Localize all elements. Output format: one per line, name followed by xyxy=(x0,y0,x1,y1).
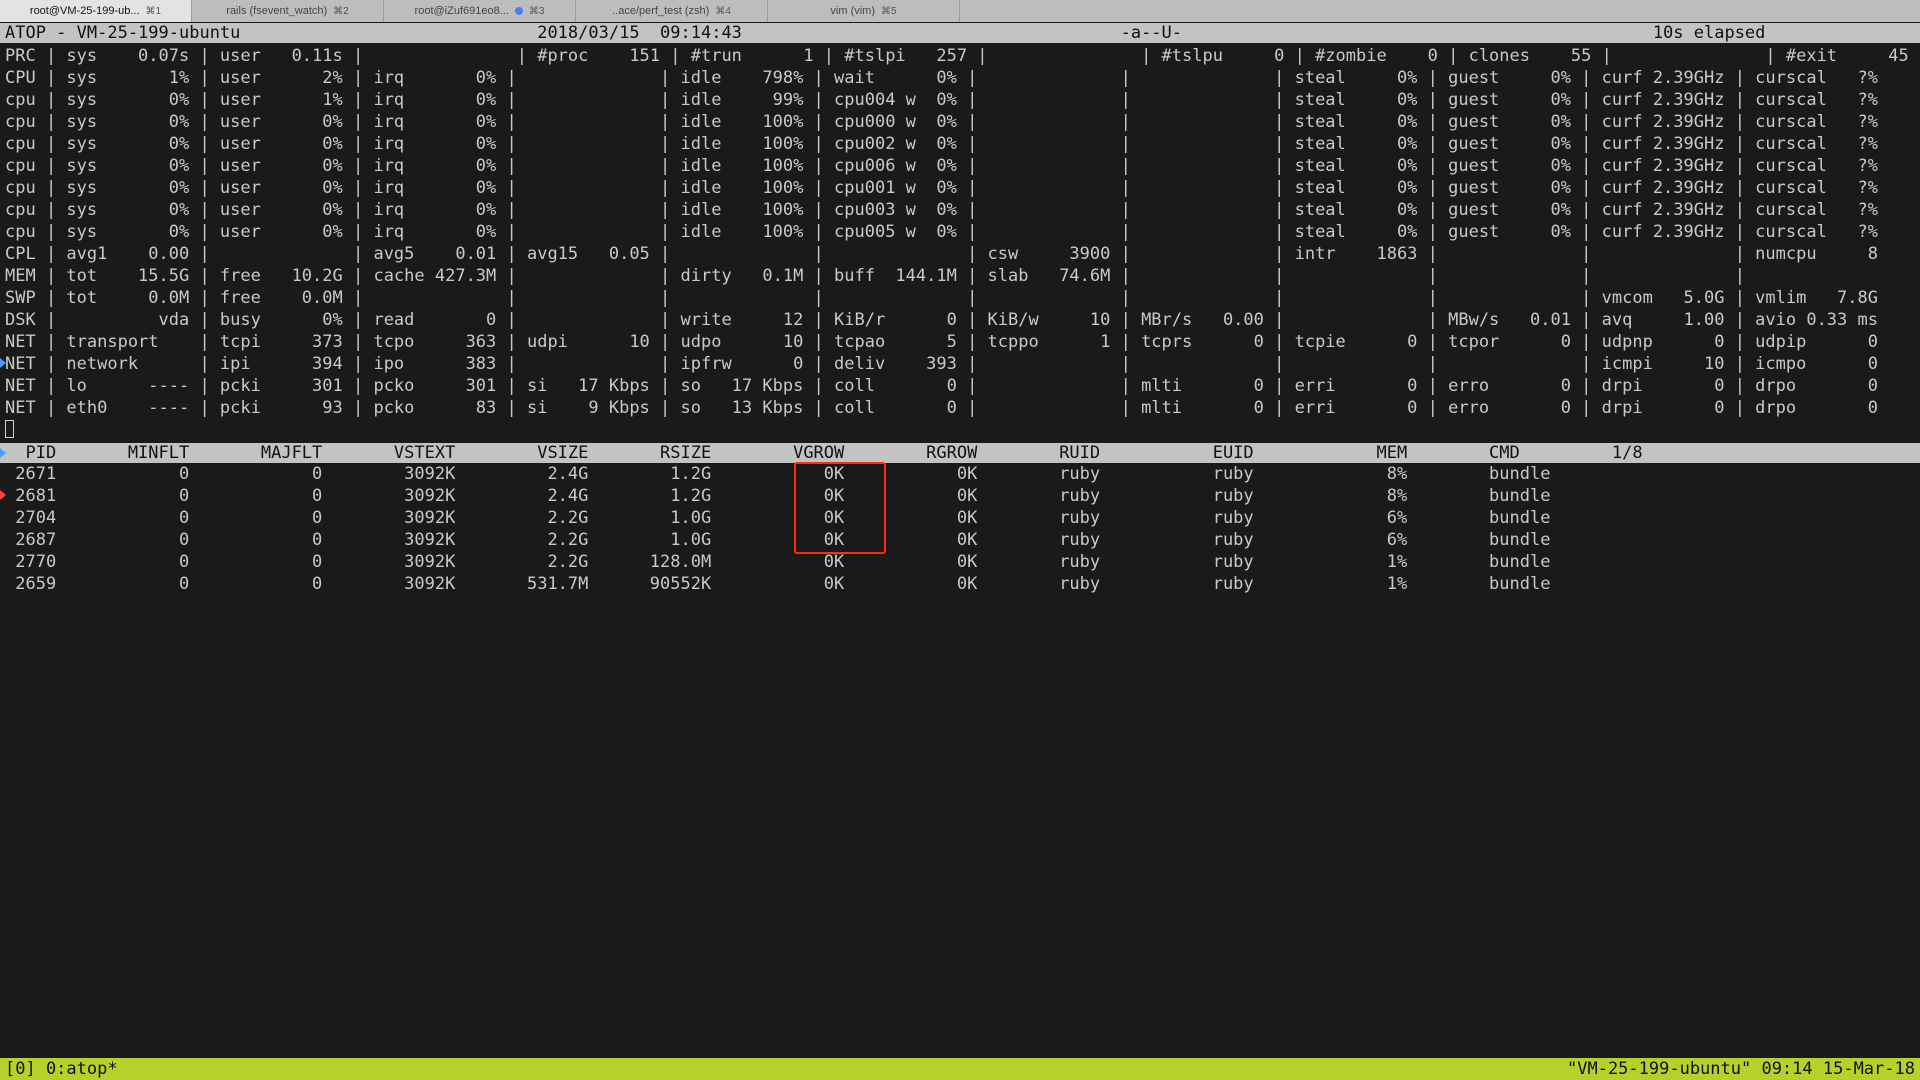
terminal-tab-bar: root@VM-25-199-ub... ⌘1 rails (fsevent_w… xyxy=(0,0,1920,23)
tab-3[interactable]: root@iZuf691eo8... ⌘3 xyxy=(384,0,576,22)
tab-title: vim (vim) xyxy=(830,5,876,17)
stat-line-cpu-core: cpu | sys 0% | user 1% | irq 0% | | idle… xyxy=(5,90,1878,110)
tmux-window-list[interactable]: [0] 0:atop* xyxy=(5,1058,118,1080)
stat-line-cpu-core: cpu | sys 0% | user 0% | irq 0% | | idle… xyxy=(5,222,1878,242)
stat-line-cpl: CPL | avg1 0.00 | | avg5 0.01 | avg15 0.… xyxy=(5,244,1878,264)
stat-line-cpu-core: cpu | sys 0% | user 0% | irq 0% | | idle… xyxy=(5,134,1878,154)
tab-1[interactable]: root@VM-25-199-ub... ⌘1 xyxy=(0,0,192,22)
process-table-header-bar: PID MINFLT MAJFLT VSTEXT VSIZE RSIZE VGR… xyxy=(0,443,1920,463)
stat-line-mem: MEM | tot 15.5G | free 10.2G | cache 427… xyxy=(5,266,1745,286)
tab-5[interactable]: vim (vim) ⌘5 xyxy=(768,0,960,22)
stat-line-cpu-core: cpu | sys 0% | user 0% | irq 0% | | idle… xyxy=(5,200,1878,220)
stat-line-cpu-core: cpu | sys 0% | user 0% | irq 0% | | idle… xyxy=(5,112,1878,132)
tab-shortcut: ⌘3 xyxy=(528,5,545,17)
stat-line-net-lo: NET | lo ---- | pcki 301 | pcko 301 | si… xyxy=(5,376,1878,396)
stat-line-swp: SWP | tot 0.0M | free 0.0M | | | | | | |… xyxy=(5,288,1878,308)
stat-line-net-network: NET | network | ipi 394 | ipo 383 | | ip… xyxy=(5,354,1878,374)
stat-line-net-eth0: NET | eth0 ---- | pcki 93 | pcko 83 | si… xyxy=(5,398,1878,418)
line-marker-icon xyxy=(0,490,6,500)
tab-title: rails (fsevent_watch) xyxy=(226,5,328,17)
text-cursor xyxy=(5,420,14,438)
line-marker-icon xyxy=(0,358,6,368)
tab-shortcut: ⌘4 xyxy=(715,5,731,17)
rsize-highlight-box xyxy=(794,462,886,554)
atop-header-bar: ATOP - VM-25-199-ubuntu 2018/03/15 09:14… xyxy=(0,23,1920,43)
process-row[interactable]: 2659 0 0 3092K 531.7M 90552K 0K 0K ruby … xyxy=(5,573,1550,595)
tab-shortcut: ⌘1 xyxy=(145,5,162,17)
process-row[interactable]: 2681 0 0 3092K 2.4G 1.2G 0K 0K ruby ruby… xyxy=(5,485,1550,507)
stat-line-cpu: CPU | sys 1% | user 2% | irq 0% | | idle… xyxy=(5,68,1878,88)
tab-2[interactable]: rails (fsevent_watch) ⌘2 xyxy=(192,0,384,22)
process-row[interactable]: 2671 0 0 3092K 2.4G 1.2G 0K 0K ruby ruby… xyxy=(5,463,1550,485)
stat-line-cpu-core: cpu | sys 0% | user 0% | irq 0% | | idle… xyxy=(5,156,1878,176)
process-row[interactable]: 2687 0 0 3092K 2.2G 1.0G 0K 0K ruby ruby… xyxy=(5,529,1550,551)
tmux-status-bar: [0] 0:atop* "VM-25-199-ubuntu" 09:14 15-… xyxy=(0,1058,1920,1080)
activity-dot-icon xyxy=(514,7,523,15)
tab-shortcut: ⌘2 xyxy=(333,5,349,17)
line-marker-icon xyxy=(0,448,6,458)
tab-title: ..ace/perf_test (zsh) xyxy=(612,5,710,17)
stat-line-net-transport: NET | transport | tcpi 373 | tcpo 363 | … xyxy=(5,332,1878,352)
process-table-header: PID MINFLT MAJFLT VSTEXT VSIZE RSIZE VGR… xyxy=(5,443,1643,463)
stat-line-dsk: DSK | vda | busy 0% | read 0 | | write 1… xyxy=(5,310,1878,330)
tmux-status-right: "VM-25-199-ubuntu" 09:14 15-Mar-18 xyxy=(1567,1059,1915,1079)
terminal-window[interactable]: ATOP - VM-25-199-ubuntu 2018/03/15 09:14… xyxy=(0,22,1920,1080)
process-row[interactable]: 2704 0 0 3092K 2.2G 1.0G 0K 0K ruby ruby… xyxy=(5,507,1550,529)
stat-line-cpu-core: cpu | sys 0% | user 0% | irq 0% | | idle… xyxy=(5,178,1878,198)
tab-4[interactable]: ..ace/perf_test (zsh) ⌘4 xyxy=(576,0,768,22)
tab-shortcut: ⌘5 xyxy=(881,5,897,17)
tab-title: root@VM-25-199-ub... xyxy=(29,5,140,17)
stat-line-prc: PRC | sys 0.07s | user 0.11s | | #proc 1… xyxy=(5,46,1909,66)
atop-header: ATOP - VM-25-199-ubuntu 2018/03/15 09:14… xyxy=(5,23,1766,43)
process-row[interactable]: 2770 0 0 3092K 2.2G 128.0M 0K 0K ruby ru… xyxy=(5,551,1550,573)
tab-title: root@iZuf691eo8... xyxy=(414,5,509,17)
